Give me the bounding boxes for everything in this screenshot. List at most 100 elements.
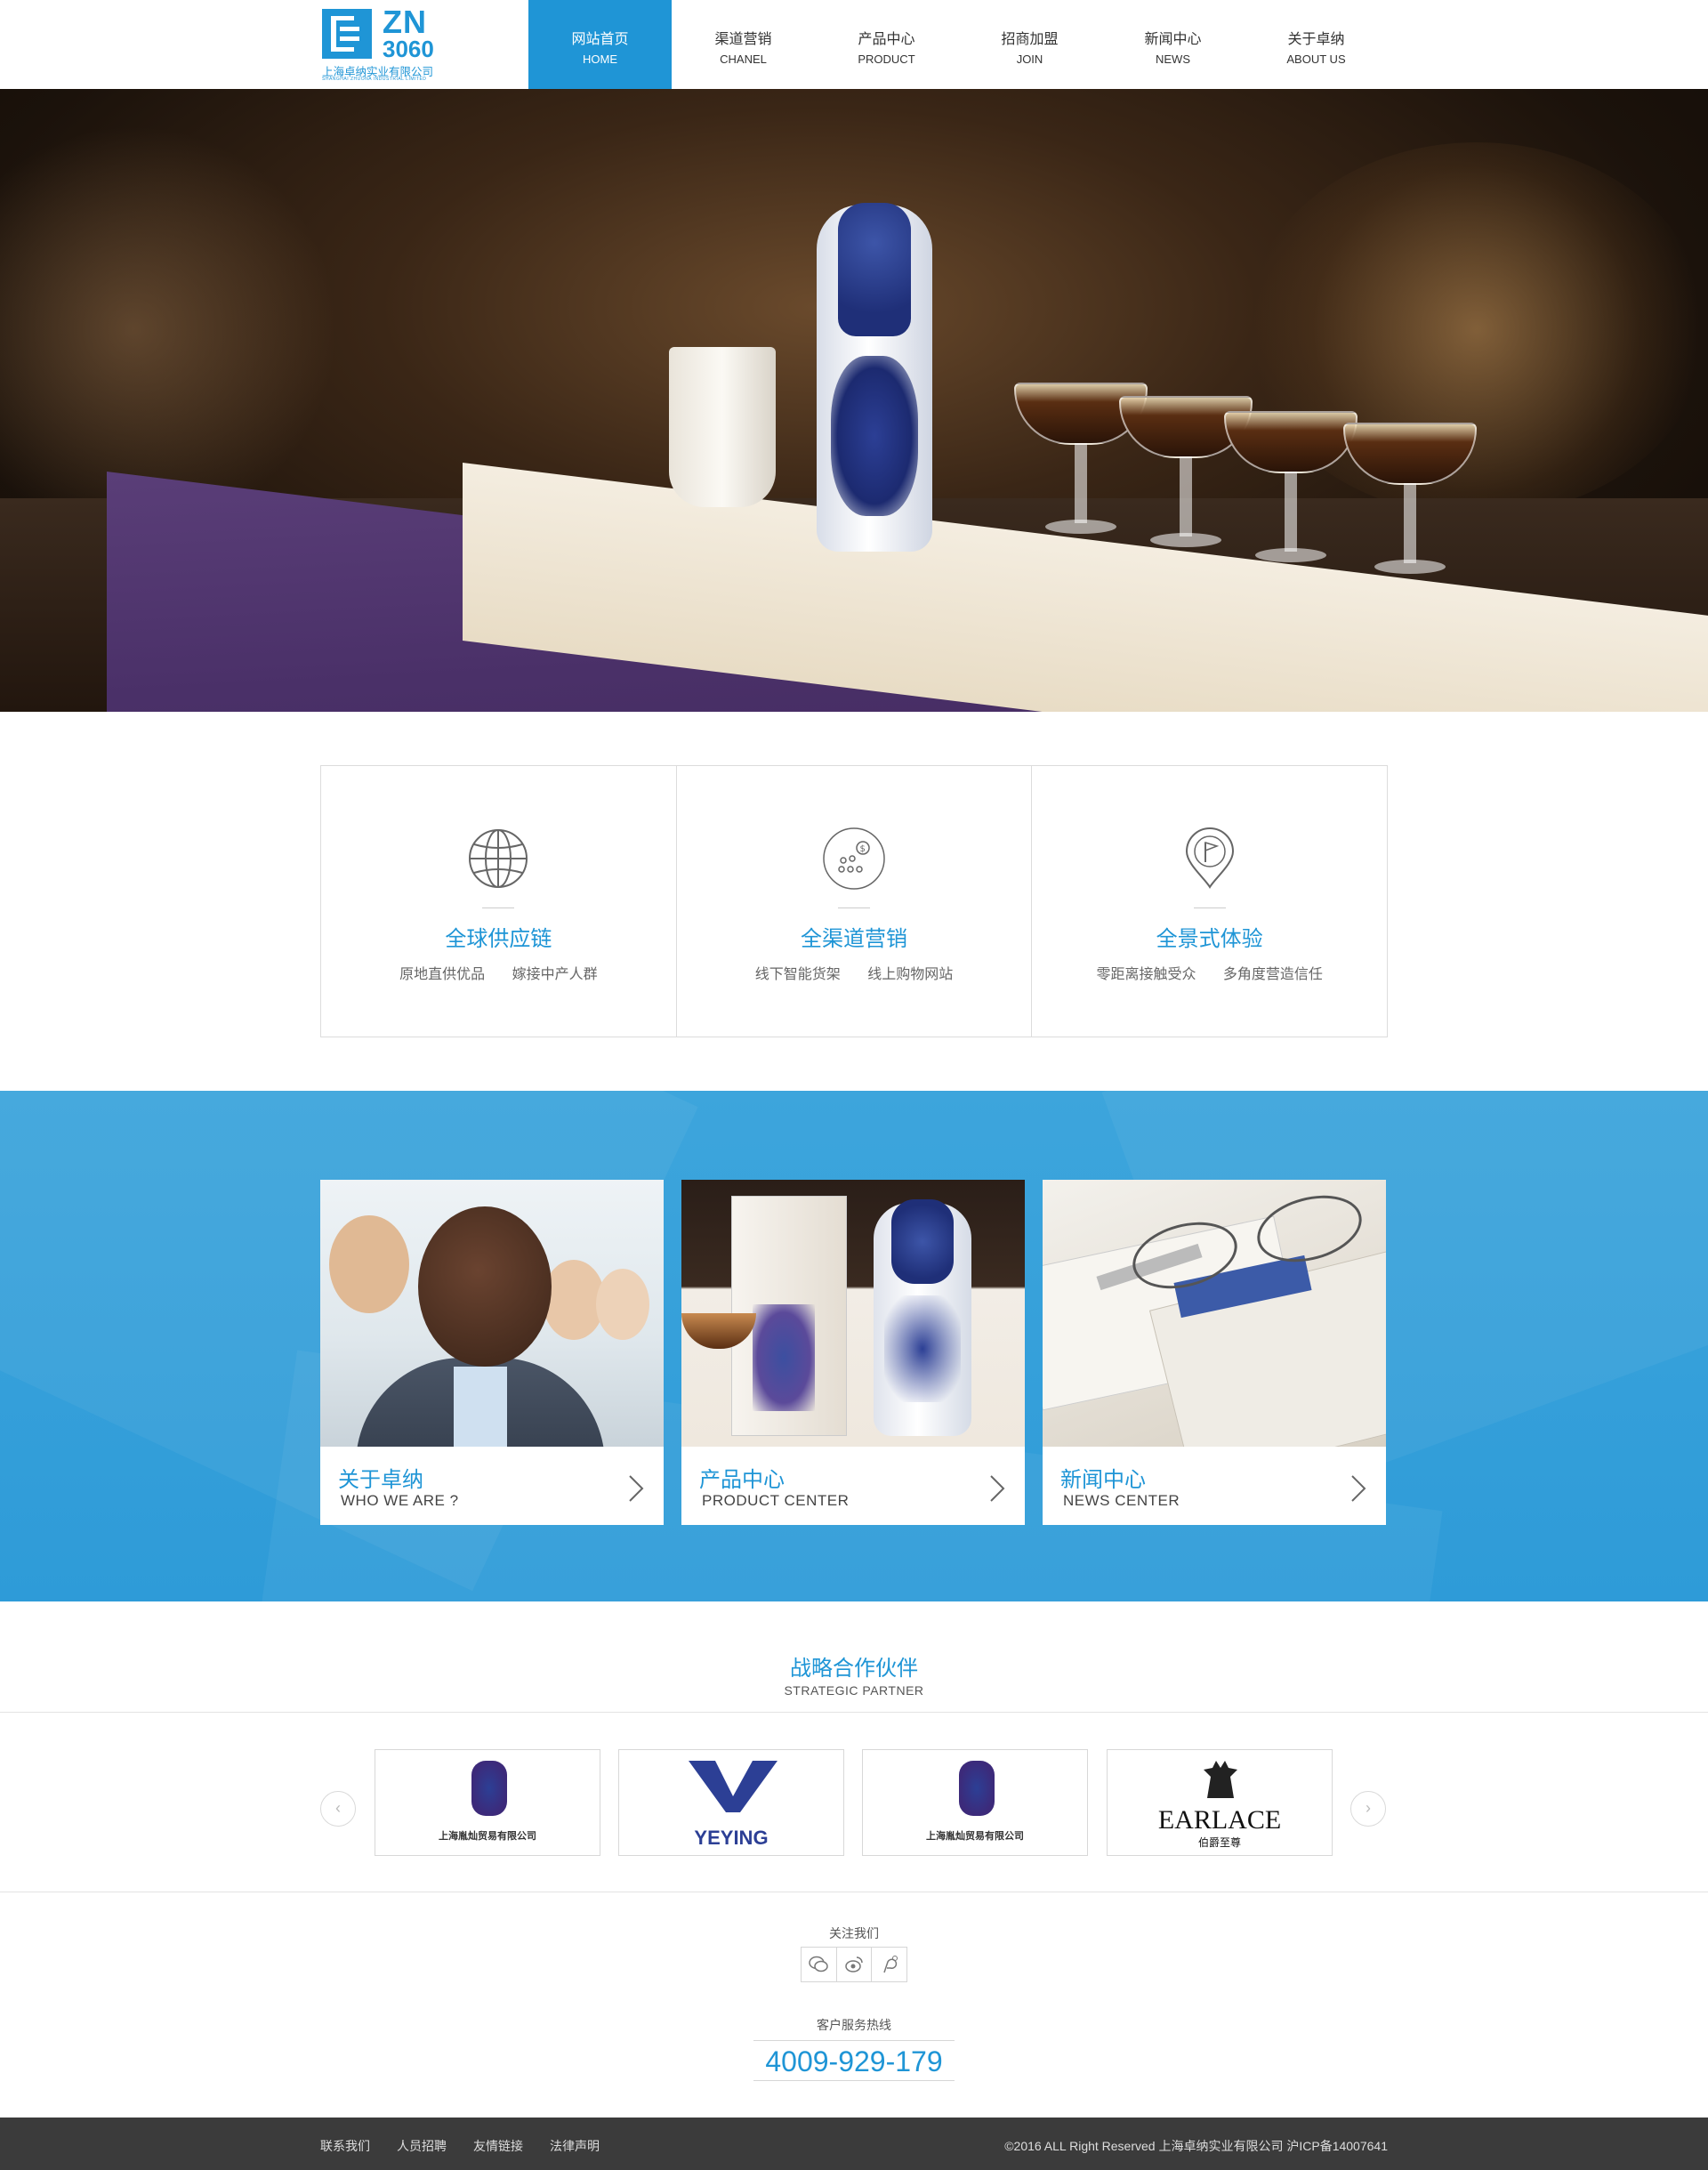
chevron-right-icon [629,1475,644,1502]
nav-label-cn: 关于卓纳 [1287,32,1345,47]
wine-glass-image [1224,411,1358,580]
nav-label-cn: 产品中心 [858,32,915,47]
yeying-logo-mark [689,1761,777,1812]
partner-mark: 伯爵至尊 [1197,1836,1241,1849]
footer-link-legal[interactable]: 法律声明 [550,2137,600,2155]
hero-banner [0,89,1708,712]
feature-sub: 线下智能货架 [754,967,841,982]
follow-label: 关注我们 [829,1926,879,1940]
nav-item-about[interactable]: 关于卓纳 ABOUT US [1245,0,1388,89]
chevron-left-icon: ‹ [335,1799,341,1817]
nav-item-news[interactable]: 新闻中心 NEWS [1101,0,1245,89]
site-header: ZN 3060 上海卓纳实业有限公司 SHANGHAI ZHUONA INDUS… [0,0,1708,89]
guoshuo-logo-mark [471,1761,507,1816]
feature-sub: 原地直供优品 [399,967,486,982]
newspaper-glasses-image [1043,1180,1386,1447]
feature-sub: 线上购物网站 [867,967,954,982]
nav-label-cn: 新闻中心 [1144,32,1202,47]
channel-icon: $ [823,827,885,890]
globe-icon [469,829,528,888]
logo-mark-icon [322,9,372,59]
partner-logo[interactable]: 上海胤灿贸易有限公司 [375,1749,600,1856]
footer-link-friends[interactable]: 友情链接 [473,2137,523,2155]
feature-global-supply[interactable]: 全球供应链 原地直供优品 嫁接中产人群 [321,766,677,1037]
carousel-prev-button[interactable]: ‹ [320,1791,356,1827]
feature-sub: 嫁接中产人群 [512,967,598,982]
partner-name: 上海胤灿贸易有限公司 [926,1831,1024,1842]
wechat-icon [809,1956,828,1972]
feature-panoramic-experience[interactable]: 全景式体验 零距离接触受众 多角度营造信任 [1032,766,1387,1037]
location-flag-icon [1185,827,1234,889]
feature-subtitles: 零距离接触受众 多角度营造信任 [1032,962,1387,983]
nav-label-en: ABOUT US [1286,52,1346,66]
pinterest-link[interactable] [872,1948,906,1981]
nav-item-product[interactable]: 产品中心 PRODUCT [815,0,958,89]
copyright-text: ©2016 ALL Right Reserved 上海卓纳实业有限公司 沪ICP… [1004,2139,1388,2153]
card-title: 关于卓纳 [338,1468,423,1492]
partner-name: YEYING [694,1827,769,1849]
feature-sub: 多角度营造信任 [1222,967,1323,982]
nav-label-en: HOME [583,52,617,66]
logo-number: 3060 [383,36,434,62]
main-nav: 网站首页 HOME 渠道营销 CHANEL 产品中心 PRODUCT 招商加盟 … [528,0,1388,89]
features-panel: 全球供应链 原地直供优品 嫁接中产人群 $ 全渠道营销 线下智能货架 线上购物网… [320,765,1388,1037]
card-about[interactable]: 关于卓纳 WHO WE ARE ? [320,1180,664,1525]
logo-company-en: SHANGHAI ZHUONA INDUSTRIAL LIMITED [322,77,427,82]
chevron-right-icon: › [1366,1799,1371,1817]
nav-item-channel[interactable]: 渠道营销 CHANEL [672,0,815,89]
wechat-link[interactable] [802,1948,837,1981]
card-title: 产品中心 [699,1468,785,1492]
hotline-number[interactable]: 4009-929-179 [753,2040,955,2081]
card-subtitle: NEWS CENTER [1063,1492,1180,1509]
partners-subtitle: STRATEGIC PARTNER [784,1683,924,1698]
partner-logo[interactable]: EARLACE 伯爵至尊 [1107,1749,1333,1856]
partner-name: 上海胤灿贸易有限公司 [439,1831,536,1842]
nav-item-home[interactable]: 网站首页 HOME [528,0,672,89]
footer-links: 联系我们 人员招聘 友情链接 法律声明 [320,2137,626,2155]
svg-text:$: $ [860,844,866,854]
earlace-crest-icon [1204,1761,1237,1798]
hotline-label: 客户服务热线 [817,2018,891,2032]
site-footer: 联系我们 人员招聘 友情链接 法律声明 ©2016 ALL Right Rese… [0,2118,1708,2170]
nav-label-en: CHANEL [720,52,767,66]
card-subtitle: PRODUCT CENTER [702,1492,850,1509]
carousel-next-button[interactable]: › [1350,1791,1386,1827]
wine-glass-image [1343,423,1477,592]
card-subtitle: WHO WE ARE ? [341,1492,459,1509]
feature-omni-channel[interactable]: $ 全渠道营销 线下智能货架 线上购物网站 [677,766,1033,1037]
nav-label-en: NEWS [1156,52,1190,66]
ceramic-cup-image [669,347,776,507]
partners-title: 战略合作伙伴 [790,1657,918,1681]
nav-label-cn: 网站首页 [571,32,629,47]
footer-link-contact[interactable]: 联系我们 [320,2137,370,2155]
business-people-image [320,1180,664,1447]
footer-link-jobs[interactable]: 人员招聘 [397,2137,447,2155]
weibo-link[interactable] [837,1948,873,1981]
feature-title: 全渠道营销 [801,927,907,951]
guoshuo-logo-mark [959,1761,995,1816]
partner-logo[interactable]: 上海胤灿贸易有限公司 [862,1749,1088,1856]
feature-subtitles: 原地直供优品 嫁接中产人群 [321,962,676,983]
nav-item-join[interactable]: 招商加盟 JOIN [958,0,1101,89]
card-news[interactable]: 新闻中心 NEWS CENTER [1043,1180,1386,1525]
divider [0,1712,1708,1713]
feature-subtitles: 线下智能货架 线上购物网站 [677,962,1032,983]
partner-logo[interactable]: YEYING [618,1749,844,1856]
nav-label-cn: 渠道营销 [714,32,772,47]
feature-sub: 零距离接触受众 [1096,967,1196,982]
weibo-icon [844,1956,863,1972]
feature-title: 全景式体验 [1156,927,1263,951]
nav-label-cn: 招商加盟 [1001,32,1059,47]
partner-name: EARLACE [1157,1805,1282,1835]
chevron-right-icon [1351,1475,1366,1502]
pinterest-icon [883,1956,898,1973]
chevron-right-icon [990,1475,1005,1502]
product-box-image [681,1180,1025,1447]
nav-label-en: JOIN [1016,52,1043,66]
card-title: 新闻中心 [1060,1468,1146,1492]
card-product[interactable]: 产品中心 PRODUCT CENTER [681,1180,1025,1525]
social-links [801,1947,907,1982]
highlight-section: 关于卓纳 WHO WE ARE ? 产品中心 PRODUCT CENTER 新闻… [0,1091,1708,1601]
feature-title: 全球供应链 [445,927,552,951]
site-logo[interactable]: ZN 3060 上海卓纳实业有限公司 SHANGHAI ZHUONA INDUS… [322,4,443,82]
